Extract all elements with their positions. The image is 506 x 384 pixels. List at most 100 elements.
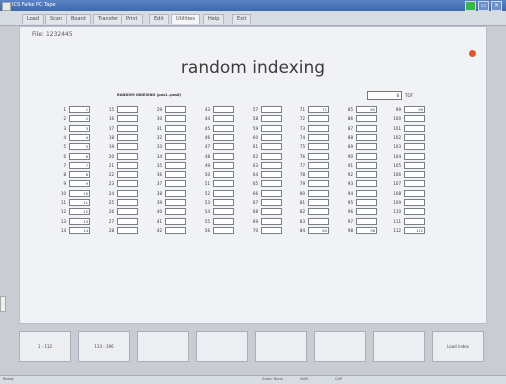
index-field[interactable] bbox=[165, 143, 186, 151]
function-button-4[interactable] bbox=[196, 331, 248, 362]
close-icon[interactable]: × bbox=[491, 1, 502, 11]
index-field[interactable] bbox=[117, 124, 138, 132]
index-field[interactable] bbox=[356, 208, 377, 216]
index-field[interactable] bbox=[404, 143, 425, 151]
index-field[interactable]: 112 bbox=[404, 226, 425, 234]
index-field[interactable] bbox=[261, 115, 282, 123]
index-field[interactable]: 85 bbox=[356, 106, 377, 113]
index-field[interactable] bbox=[261, 226, 282, 234]
index-field[interactable] bbox=[165, 199, 186, 206]
index-field[interactable] bbox=[117, 152, 138, 160]
index-field[interactable] bbox=[356, 143, 377, 151]
index-field[interactable]: 6 bbox=[69, 152, 90, 160]
index-field[interactable] bbox=[117, 180, 138, 188]
index-field[interactable] bbox=[404, 208, 425, 216]
index-field[interactable] bbox=[356, 124, 377, 132]
index-field[interactable] bbox=[165, 152, 186, 160]
index-field[interactable] bbox=[165, 171, 186, 179]
index-field[interactable] bbox=[213, 171, 234, 179]
index-field[interactable]: 7 bbox=[69, 161, 90, 169]
index-field[interactable] bbox=[117, 199, 138, 206]
index-field[interactable] bbox=[117, 226, 138, 234]
index-field[interactable] bbox=[356, 180, 377, 188]
index-field[interactable] bbox=[165, 208, 186, 216]
index-field[interactable] bbox=[356, 133, 377, 141]
index-field[interactable] bbox=[165, 180, 186, 188]
index-field[interactable] bbox=[356, 115, 377, 123]
index-field[interactable] bbox=[213, 115, 234, 123]
minimize-icon[interactable] bbox=[465, 1, 476, 11]
index-field[interactable] bbox=[308, 143, 329, 151]
index-field[interactable] bbox=[165, 106, 186, 113]
index-field[interactable] bbox=[213, 152, 234, 160]
index-field[interactable] bbox=[165, 124, 186, 132]
index-field[interactable] bbox=[117, 171, 138, 179]
index-field[interactable] bbox=[261, 124, 282, 132]
index-field[interactable] bbox=[261, 161, 282, 169]
index-field[interactable] bbox=[356, 217, 377, 225]
index-field[interactable] bbox=[404, 189, 425, 197]
index-field[interactable] bbox=[356, 152, 377, 160]
index-field[interactable] bbox=[213, 124, 234, 132]
index-field[interactable] bbox=[117, 115, 138, 123]
tab-exit[interactable]: Exit bbox=[232, 14, 252, 24]
index-field[interactable]: 10 bbox=[69, 189, 90, 197]
index-field[interactable] bbox=[308, 199, 329, 206]
index-field[interactable]: 3 bbox=[69, 124, 90, 132]
tab-print[interactable]: Print bbox=[121, 14, 143, 24]
index-field[interactable] bbox=[117, 208, 138, 216]
index-field[interactable] bbox=[117, 189, 138, 197]
index-field[interactable]: 99 bbox=[404, 106, 425, 113]
index-field[interactable] bbox=[356, 189, 377, 197]
index-field[interactable] bbox=[356, 161, 377, 169]
index-field[interactable] bbox=[308, 115, 329, 123]
index-field[interactable] bbox=[308, 171, 329, 179]
index-field[interactable]: 5 bbox=[69, 143, 90, 151]
index-field[interactable] bbox=[117, 133, 138, 141]
function-button-6[interactable] bbox=[314, 331, 366, 362]
index-field[interactable] bbox=[165, 161, 186, 169]
index-field[interactable] bbox=[308, 180, 329, 188]
index-field[interactable]: 11 bbox=[69, 199, 90, 206]
index-field[interactable] bbox=[213, 208, 234, 216]
index-field[interactable] bbox=[165, 133, 186, 141]
index-field[interactable] bbox=[308, 152, 329, 160]
index-field[interactable]: 98 bbox=[356, 226, 377, 234]
tab-help[interactable]: Help bbox=[203, 14, 225, 24]
tab-load[interactable]: Load bbox=[22, 14, 44, 24]
index-field[interactable] bbox=[261, 180, 282, 188]
index-field[interactable] bbox=[404, 115, 425, 123]
index-field[interactable] bbox=[213, 180, 234, 188]
index-field[interactable] bbox=[261, 152, 282, 160]
index-field[interactable]: 12 bbox=[69, 208, 90, 216]
index-field[interactable] bbox=[261, 217, 282, 225]
index-field[interactable] bbox=[308, 161, 329, 169]
index-field[interactable] bbox=[261, 199, 282, 206]
index-field[interactable] bbox=[356, 199, 377, 206]
total-field[interactable]: 8 bbox=[367, 91, 402, 100]
index-field[interactable] bbox=[117, 106, 138, 113]
index-field[interactable] bbox=[356, 171, 377, 179]
function-button-3[interactable] bbox=[137, 331, 189, 362]
function-button-2[interactable]: 113 - 196 bbox=[78, 331, 130, 362]
index-field[interactable] bbox=[165, 226, 186, 234]
function-button-1[interactable]: 1 - 112 bbox=[19, 331, 71, 362]
index-field[interactable]: 84 bbox=[308, 226, 329, 234]
index-field[interactable]: 71 bbox=[308, 106, 329, 113]
index-field[interactable] bbox=[308, 124, 329, 132]
index-field[interactable] bbox=[261, 106, 282, 113]
index-field[interactable] bbox=[404, 171, 425, 179]
index-field[interactable] bbox=[213, 189, 234, 197]
index-field[interactable] bbox=[404, 161, 425, 169]
index-field[interactable] bbox=[261, 133, 282, 141]
index-field[interactable] bbox=[117, 143, 138, 151]
tab-edit[interactable]: Edit bbox=[149, 14, 169, 24]
function-button-5[interactable] bbox=[255, 331, 307, 362]
index-field[interactable] bbox=[404, 133, 425, 141]
index-field[interactable] bbox=[213, 199, 234, 206]
index-field[interactable] bbox=[213, 161, 234, 169]
index-field[interactable]: 8 bbox=[69, 171, 90, 179]
restore-icon[interactable]: ▭ bbox=[478, 1, 489, 11]
index-field[interactable] bbox=[404, 217, 425, 225]
index-field[interactable] bbox=[308, 189, 329, 197]
